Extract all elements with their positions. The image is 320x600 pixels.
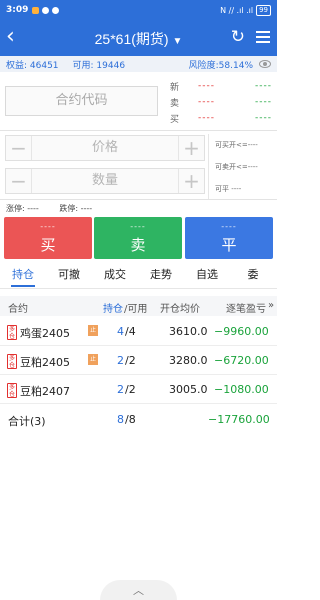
tab-trend[interactable]: 走势 [138,263,184,288]
quantity-stepper: − 数量 + [5,168,205,194]
available-qty: /2 [125,354,136,367]
table-row[interactable]: 多仓 豆粕2405 止 2 /2 3280.0 −6720.00 [0,347,277,375]
sell-button[interactable]: ---- 卖 [94,217,182,259]
total-position: 8 [117,413,124,426]
limit-down: 跌停: ---- [59,204,93,213]
positions-table-header: 合约 持仓 /可用 开仓均价 逐笔盈亏 » [0,296,277,316]
price-stepper: − 价格 + [5,135,205,161]
status-time: 3:09 [6,5,29,15]
header-pnl: 逐笔盈亏 [226,304,266,315]
contract-name: 豆粕2407 [20,385,70,398]
risk-value: 风险度:58.14% [188,60,253,71]
orange-app-icon [32,6,40,14]
quantity-input[interactable]: 数量 [32,169,178,193]
quantity-plus-button[interactable]: + [178,169,204,193]
contract-name: 鸡蛋2405 [20,327,70,340]
battery-icon: 99 [256,4,271,16]
page-title: 25*61(期货) [94,31,169,47]
can-sell-open: 可卖开<=---- [215,163,258,171]
can-buy-open: 可买开<=---- [215,141,258,149]
long-position-tag: 多仓 [7,354,17,369]
can-close: 可平 ---- [215,185,242,193]
signal-icons: N ∕∕ .ıl .ıl [220,5,254,15]
account-info-bar: 权益: 46451 可用: 19446 风险度:58.14% [0,56,277,72]
quote-row-last: 新 ---- ---- [170,81,272,93]
price-minus-button[interactable]: − [6,136,32,160]
equity-value: 权益: 46451 [6,60,59,71]
open-avg-price: 3280.0 [169,354,208,367]
visibility-eye-icon[interactable] [259,60,271,68]
weibo-icon [42,6,50,14]
table-row[interactable]: 多仓 鸡蛋2405 止 4 /4 3610.0 −9960.00 [0,318,277,346]
eye-icon [52,6,60,14]
price-plus-button[interactable]: + [178,136,204,160]
status-bar: 3:09 N ∕∕ .ıl .ıl 99 [0,0,277,20]
tab-cancelable[interactable]: 可撤 [46,263,92,288]
nav-bar: ‹ 25*61(期货) ▼ ↻ [0,20,277,56]
tab-watchlist[interactable]: 自选 [184,263,230,288]
open-avg-price: 3005.0 [169,383,208,396]
close-position-button[interactable]: ---- 平 [185,217,273,259]
table-row[interactable]: 多仓 豆粕2407 2 /2 3005.0 −1080.00 [0,376,277,404]
tab-trades[interactable]: 成交 [92,263,138,288]
quote-row-ask: 卖 ---- ---- [170,97,272,109]
total-label: 合计(3) [8,415,46,428]
row-pnl: −6720.00 [214,354,269,367]
tab-bar: 持仓 可撤 成交 走势 自选 委 [0,263,277,289]
quantity-minus-button[interactable]: − [6,169,32,193]
position-qty: 2 [117,354,124,367]
header-available: /可用 [124,304,148,315]
positions-total-row: 合计(3) 8 /8 −17760.00 [0,406,277,434]
position-qty: 4 [117,325,124,338]
contract-code-input[interactable]: 合约代码 [5,86,158,116]
position-qty: 2 [117,383,124,396]
row-pnl: −9960.00 [214,325,269,338]
tab-orders[interactable]: 委 [230,263,276,288]
divider [0,199,277,200]
quote-panel: 新 ---- ---- 卖 ---- ---- 买 ---- ---- [170,78,272,126]
limit-up: 涨停: ---- [6,204,39,213]
header-position[interactable]: 持仓 [103,300,123,315]
caret-down-icon: ▼ [172,36,183,47]
available-qty: /4 [125,325,136,338]
divider [0,130,277,131]
chevron-up-icon: ︿ [133,584,144,597]
expand-panel-handle[interactable]: ︿ [100,580,177,600]
stop-tag: 止 [88,325,98,336]
header-contract: 合约 [8,304,28,315]
available-value: 可用: 19446 [72,60,126,71]
refresh-icon[interactable]: ↻ [231,28,245,46]
available-qty: /2 [125,383,136,396]
contract-name: 豆粕2405 [20,356,70,369]
stop-tag: 止 [88,354,98,365]
buy-button[interactable]: ---- 买 [4,217,92,259]
open-avg-price: 3610.0 [169,325,208,338]
tab-positions[interactable]: 持仓 [0,263,46,288]
row-pnl: −1080.00 [214,383,269,396]
price-limits: 涨停: ---- 跌停: ---- [6,203,110,214]
long-position-tag: 多仓 [7,383,17,398]
quote-row-bid: 买 ---- ---- [170,113,272,125]
long-position-tag: 多仓 [7,325,17,340]
more-columns-icon[interactable]: » [268,300,274,311]
price-input[interactable]: 价格 [32,136,178,160]
menu-icon[interactable] [256,31,270,43]
total-pnl: −17760.00 [208,413,270,426]
total-available: /8 [125,413,136,426]
header-open-avg: 开仓均价 [160,304,200,315]
open-close-limits: 可买开<=---- 可卖开<=---- 可平 ---- [208,134,274,200]
